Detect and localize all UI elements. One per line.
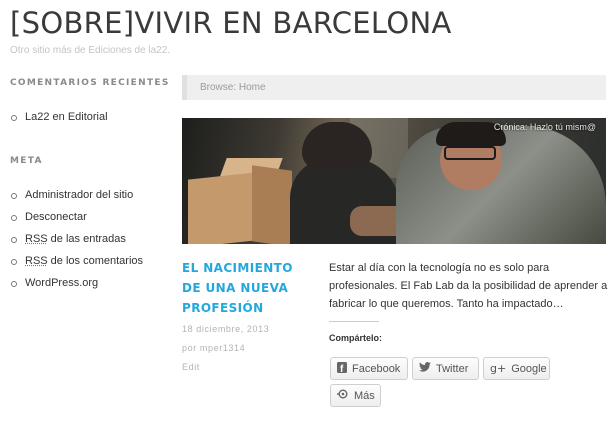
twitter-icon [419, 362, 431, 375]
featured-image[interactable]: Crónica: Hazlo tú mism@ [182, 118, 606, 244]
post-author[interactable]: por mper1314 [182, 343, 245, 353]
post-edit-link[interactable]: Edit [182, 362, 200, 372]
post-excerpt: Estar al día con la tecnología no es sol… [329, 262, 608, 310]
photo-glasses [444, 146, 496, 160]
google-share-button[interactable]: g+ Google [483, 357, 550, 380]
sidebar: COMENTARIOS RECIENTES La22 en Editorial … [10, 78, 170, 294]
category-label[interactable]: Crónica: Hazlo tú mism@ [494, 122, 596, 132]
meta-title: META [10, 156, 43, 166]
share-title: Compártelo: [329, 333, 383, 343]
meta-item-rss-comments[interactable]: RSS de los comentarios [10, 250, 170, 272]
meta-item-logout[interactable]: Desconectar [10, 206, 170, 228]
share-divider [329, 321, 379, 322]
facebook-share-button[interactable]: f Facebook [330, 357, 408, 380]
recent-comments-title: COMENTARIOS RECIENTES [10, 78, 170, 88]
meta-item-wordpress[interactable]: WordPress.org [10, 272, 170, 294]
rss-comments-text: de los comentarios [47, 255, 144, 267]
facebook-label: Facebook [352, 362, 401, 375]
twitter-share-button[interactable]: Twitter [412, 357, 479, 380]
recent-comments-list: La22 en Editorial [10, 106, 170, 128]
rss-abbr: RSS [25, 255, 48, 267]
meta-widget: META Administrador del sitio Desconectar… [10, 156, 170, 294]
share-more-icon [337, 389, 349, 402]
post-date: 18 diciembre, 2013 [182, 324, 270, 334]
twitter-label: Twitter [436, 362, 469, 375]
google-plus-icon: g+ [490, 362, 507, 375]
rss-entries-text: de las entradas [47, 233, 126, 245]
breadcrumb: Browse: Home [182, 75, 606, 100]
recent-comment-item[interactable]: La22 en Editorial [10, 106, 170, 128]
site-description: Otro sitio más de Ediciones de la22. [10, 45, 171, 56]
recent-comments-widget: COMENTARIOS RECIENTES La22 en Editorial [10, 78, 170, 128]
google-label: Google [511, 362, 547, 375]
facebook-icon: f [337, 361, 347, 376]
post-title[interactable]: EL NACIMIENTO DE UNA NUEVA PROFESIÓN [182, 258, 300, 318]
meta-item-rss-entries[interactable]: RSS de las entradas [10, 228, 170, 250]
site-title[interactable]: [SOBRE]VIVIR EN BARCELONA [10, 6, 452, 40]
photo-cardboard-box-side [252, 165, 292, 244]
meta-list: Administrador del sitio Desconectar RSS … [10, 184, 170, 294]
photo-cardboard-box [188, 172, 256, 244]
photo-person-left-head [302, 122, 372, 170]
more-share-button[interactable]: Más [330, 384, 381, 407]
rss-abbr: RSS [25, 233, 48, 245]
meta-item-site-admin[interactable]: Administrador del sitio [10, 184, 170, 206]
more-label: Más [354, 389, 375, 402]
